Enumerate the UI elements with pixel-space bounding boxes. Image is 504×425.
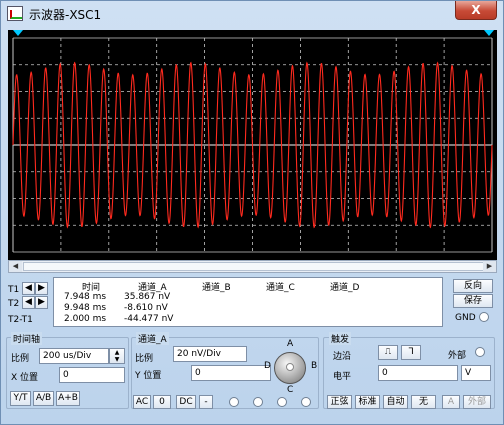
measurement-readout: 时间 通道_A 通道_B 通道_C 通道_D 7.948 ms 35.867 n…	[53, 277, 443, 327]
channel-a-scale-field[interactable]: 20 nV/Div	[173, 346, 247, 362]
channel-a-scale-label: 比例	[135, 354, 154, 364]
window-title: 示波器-XSC1	[29, 8, 102, 22]
selector-b-label: B	[311, 361, 318, 371]
t2-time: 9.948 ms	[64, 303, 107, 313]
trigger-auto-button[interactable]: 自动	[383, 395, 408, 409]
scroll-right-icon[interactable]: ▶	[483, 261, 496, 272]
channel-a-radio-2[interactable]	[253, 397, 263, 407]
horizontal-scrollbar[interactable]: ◀ ▶	[8, 260, 497, 273]
mode-a-plus-b-button[interactable]: A+B	[56, 391, 80, 406]
reverse-button[interactable]: 反向	[453, 279, 493, 293]
t1-channel-a: 35.867 nV	[124, 292, 171, 302]
timebase-scale-label: 比例	[11, 354, 30, 364]
rising-edge-button[interactable]: ⎍	[378, 345, 398, 360]
edge-label: 边沿	[333, 352, 352, 362]
channel-a-radio-3[interactable]	[277, 397, 287, 407]
scroll-left-icon[interactable]: ◀	[9, 261, 22, 272]
t1-time: 7.948 ms	[64, 292, 107, 302]
trigger-title: 触发	[329, 332, 352, 345]
mode-yt-button[interactable]: Y/T	[10, 391, 31, 406]
dt-channel-a: -44.477 nV	[124, 314, 174, 324]
header-channel-b: 通道_B	[202, 283, 231, 293]
mode-ab-button[interactable]: A/B	[33, 391, 54, 406]
external-trigger-terminal[interactable]	[475, 347, 485, 357]
close-button[interactable]: X	[455, 1, 497, 20]
trigger-normal-button[interactable]: 标准	[355, 395, 380, 409]
title-bar[interactable]: 示波器-XSC1 X	[1, 1, 503, 27]
coupling-0-button[interactable]: 0	[153, 395, 171, 409]
t2-label: T2	[8, 299, 20, 309]
trigger-none-button[interactable]: 无	[411, 395, 436, 409]
y-position-label: Y 位置	[135, 371, 162, 381]
coupling-ac-button[interactable]: AC	[133, 395, 151, 409]
timebase-title: 时间轴	[11, 332, 43, 345]
t2-channel-a: -8.610 nV	[124, 303, 168, 313]
channel-selector-knob[interactable]	[274, 352, 306, 384]
x-position-field[interactable]: 0	[59, 367, 125, 383]
channel-a-minus-button[interactable]: -	[199, 395, 213, 409]
level-unit-field[interactable]: V	[461, 365, 491, 381]
coupling-dc-button[interactable]: DC	[176, 395, 196, 409]
selector-a-label: A	[287, 339, 294, 349]
level-label: 电平	[333, 372, 352, 382]
t1-label: T1	[8, 285, 20, 295]
header-channel-c: 通道_C	[266, 283, 295, 293]
falling-edge-button[interactable]: ᒣ	[401, 345, 421, 360]
waveform-display	[12, 37, 493, 253]
header-channel-d: 通道_D	[330, 283, 360, 293]
external-label: 外部	[448, 351, 467, 361]
t2-left-button[interactable]: ◀	[22, 296, 35, 309]
channel-a-radio-1[interactable]	[229, 397, 239, 407]
level-field[interactable]: 0	[378, 365, 458, 381]
t1-left-button[interactable]: ◀	[22, 282, 35, 295]
gnd-terminal[interactable]	[479, 312, 489, 322]
channel-a-radio-4[interactable]	[301, 397, 311, 407]
t1-right-button[interactable]: ▶	[35, 282, 48, 295]
t2-right-button[interactable]: ▶	[35, 296, 48, 309]
selector-d-label: D	[264, 361, 271, 371]
save-button[interactable]: 保存	[453, 294, 493, 308]
oscilloscope-screen[interactable]	[8, 30, 497, 260]
trigger-a-button[interactable]: A	[442, 395, 460, 409]
timebase-scale-spinner[interactable]: ▲ ▼	[109, 348, 125, 364]
timebase-scale-field[interactable]: 200 us/Div	[39, 348, 109, 364]
y-position-field[interactable]: 0	[191, 365, 271, 381]
dt-time: 2.000 ms	[64, 314, 107, 324]
gnd-label: GND	[455, 313, 476, 323]
scroll-thumb[interactable]	[23, 262, 484, 271]
trigger-single-button[interactable]: 正弦	[327, 395, 352, 409]
x-position-label: X 位置	[11, 373, 39, 383]
oscilloscope-window: 示波器-XSC1 X ◀ ▶ T1 ◀ ▶ T2 ◀ ▶ T2-T1 时间 通道…	[0, 0, 504, 425]
channel-a-title: 通道_A	[136, 332, 169, 345]
t2-t1-label: T2-T1	[8, 315, 33, 325]
selector-c-label: C	[287, 385, 294, 395]
oscilloscope-app-icon	[7, 6, 23, 21]
trigger-ext-button[interactable]: 外部	[463, 395, 491, 409]
